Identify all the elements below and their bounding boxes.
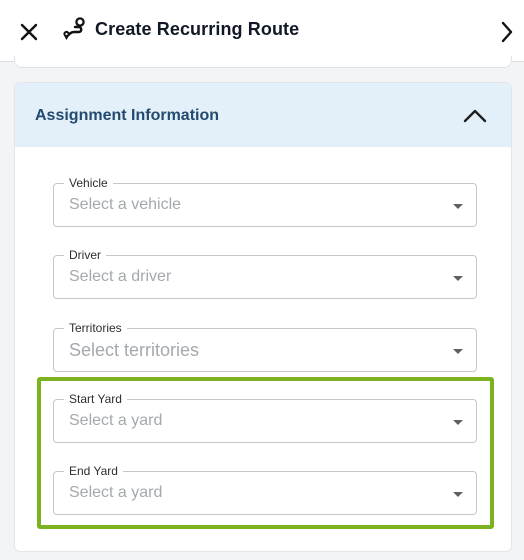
section-header[interactable]: Assignment Information <box>15 83 511 147</box>
driver-placeholder: Select a driver <box>69 268 172 285</box>
dropdown-arrow-icon <box>453 349 463 354</box>
start-yard-label: Start Yard <box>64 391 127 407</box>
route-icon <box>63 17 85 40</box>
territories-select[interactable]: Territories Select territories <box>53 320 477 372</box>
app-header: Create Recurring Route <box>0 0 524 62</box>
start-yard-placeholder: Select a yard <box>69 412 163 429</box>
close-icon <box>20 23 38 41</box>
start-yard-select[interactable]: Start Yard Select a yard <box>53 391 477 443</box>
chevron-right-icon <box>501 21 513 43</box>
chevron-up-icon[interactable] <box>461 105 489 125</box>
territories-placeholder: Select territories <box>69 340 200 360</box>
end-yard-select[interactable]: End Yard Select a yard <box>53 463 477 515</box>
section-title: Assignment Information <box>35 107 220 124</box>
assignment-information-section: Assignment Information Vehicle Select a … <box>14 82 512 552</box>
end-yard-label: End Yard <box>64 463 123 479</box>
vehicle-label: Vehicle <box>64 175 113 191</box>
driver-select[interactable]: Driver Select a driver <box>53 247 477 299</box>
driver-label: Driver <box>64 247 106 263</box>
territories-label: Territories <box>64 320 127 336</box>
close-button[interactable] <box>16 19 42 45</box>
end-yard-placeholder: Select a yard <box>69 484 163 501</box>
dropdown-arrow-icon <box>453 492 463 497</box>
vehicle-placeholder: Select a vehicle <box>69 196 182 213</box>
dropdown-arrow-icon <box>453 276 463 281</box>
next-button[interactable] <box>494 19 520 45</box>
dropdown-arrow-icon <box>453 204 463 209</box>
page-title: Create Recurring Route <box>95 19 300 39</box>
dropdown-arrow-icon <box>453 420 463 425</box>
previous-section-edge <box>14 56 512 68</box>
vehicle-select[interactable]: Vehicle Select a vehicle <box>53 175 477 227</box>
